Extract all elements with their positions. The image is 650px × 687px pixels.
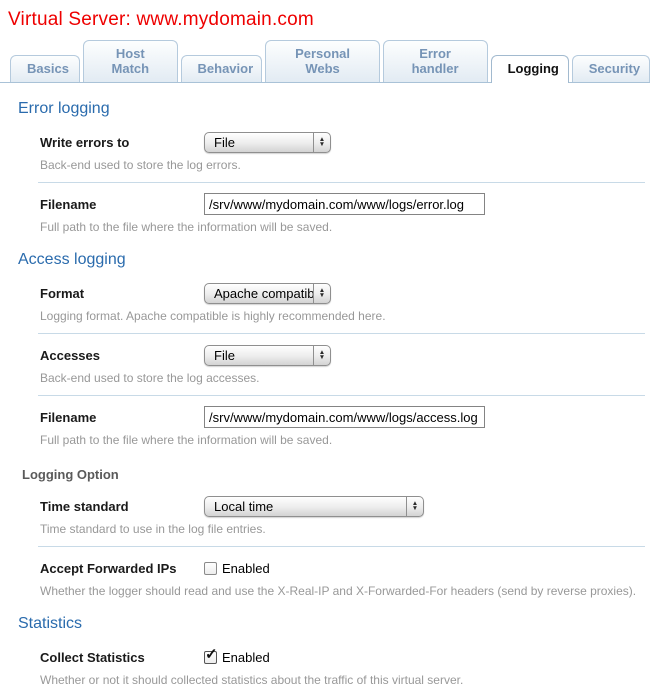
format-select-value: Apache compatible — [205, 284, 313, 303]
field-row-collect-statistics: Collect Statistics ✓ Enabled — [40, 646, 650, 668]
field-row-time-standard: Time standard Local time ▲▼ — [40, 495, 650, 517]
select-stepper-icon: ▲▼ — [313, 133, 330, 152]
tab-security[interactable]: Security — [572, 55, 650, 82]
collect-statistics-checkbox[interactable]: ✓ Enabled — [204, 650, 270, 665]
write-errors-to-label: Write errors to — [40, 135, 204, 150]
field-row-accesses: Accesses File ▲▼ — [40, 344, 650, 366]
field-row-write-errors-to: Write errors to File ▲▼ — [40, 131, 650, 153]
accept-forwarded-ips-checkbox-label: Enabled — [222, 561, 270, 576]
select-stepper-icon: ▲▼ — [313, 346, 330, 365]
field-row-accept-forwarded-ips: Accept Forwarded IPs Enabled — [40, 557, 650, 579]
write-errors-to-select-value: File — [205, 133, 313, 152]
accept-forwarded-ips-checkbox[interactable]: Enabled — [204, 561, 270, 576]
format-select[interactable]: Apache compatible ▲▼ — [204, 283, 331, 304]
field-divider — [38, 546, 645, 547]
access-filename-label: Filename — [40, 410, 204, 425]
field-row-access-filename: Filename — [40, 406, 650, 428]
field-row-error-filename: Filename — [40, 193, 650, 215]
section-heading-error-logging: Error logging — [18, 100, 650, 118]
checkbox-unchecked-icon — [204, 562, 217, 575]
write-errors-to-help: Back-end used to store the log errors. — [40, 158, 644, 172]
time-standard-select-value: Local time — [205, 497, 406, 516]
page-title: Virtual Server: www.mydomain.com — [8, 9, 650, 31]
error-filename-input[interactable] — [204, 193, 485, 215]
logging-tab-content: Error logging Write errors to File ▲▼ Ba… — [0, 100, 650, 687]
field-row-format: Format Apache compatible ▲▼ — [40, 282, 650, 304]
collect-statistics-checkbox-label: Enabled — [222, 650, 270, 665]
accesses-select-value: File — [205, 346, 313, 365]
time-standard-label: Time standard — [40, 499, 204, 514]
accesses-label: Accesses — [40, 348, 204, 363]
time-standard-select[interactable]: Local time ▲▼ — [204, 496, 424, 517]
tab-personal-webs[interactable]: Personal Webs — [265, 40, 379, 82]
tab-logging[interactable]: Logging — [491, 55, 569, 83]
tab-behavior[interactable]: Behavior — [181, 55, 263, 82]
error-filename-label: Filename — [40, 197, 204, 212]
tab-host-match[interactable]: Host Match — [83, 40, 177, 82]
accept-forwarded-ips-help: Whether the logger should read and use t… — [40, 584, 644, 598]
collect-statistics-help: Whether or not it should collected stati… — [40, 673, 644, 687]
accesses-select[interactable]: File ▲▼ — [204, 345, 331, 366]
checkbox-checked-icon: ✓ — [204, 651, 217, 664]
collect-statistics-label: Collect Statistics — [40, 650, 204, 665]
access-filename-help: Full path to the file where the informat… — [40, 433, 644, 447]
section-heading-statistics: Statistics — [18, 615, 650, 633]
tab-error-handler[interactable]: Error handler — [383, 40, 488, 82]
sub-heading-logging-option: Logging Option — [22, 467, 650, 482]
field-divider — [38, 182, 645, 183]
select-stepper-icon: ▲▼ — [406, 497, 423, 516]
error-filename-help: Full path to the file where the informat… — [40, 220, 644, 234]
field-divider — [38, 395, 645, 396]
time-standard-help: Time standard to use in the log file ent… — [40, 522, 644, 536]
format-label: Format — [40, 286, 204, 301]
accept-forwarded-ips-label: Accept Forwarded IPs — [40, 561, 204, 576]
format-help: Logging format. Apache compatible is hig… — [40, 309, 644, 323]
accesses-help: Back-end used to store the log accesses. — [40, 371, 644, 385]
tab-bar: Basics Host Match Behavior Personal Webs… — [0, 40, 650, 83]
section-heading-access-logging: Access logging — [18, 251, 650, 269]
access-filename-input[interactable] — [204, 406, 485, 428]
select-stepper-icon: ▲▼ — [313, 284, 330, 303]
write-errors-to-select[interactable]: File ▲▼ — [204, 132, 331, 153]
field-divider — [38, 333, 645, 334]
tab-basics[interactable]: Basics — [10, 55, 80, 82]
